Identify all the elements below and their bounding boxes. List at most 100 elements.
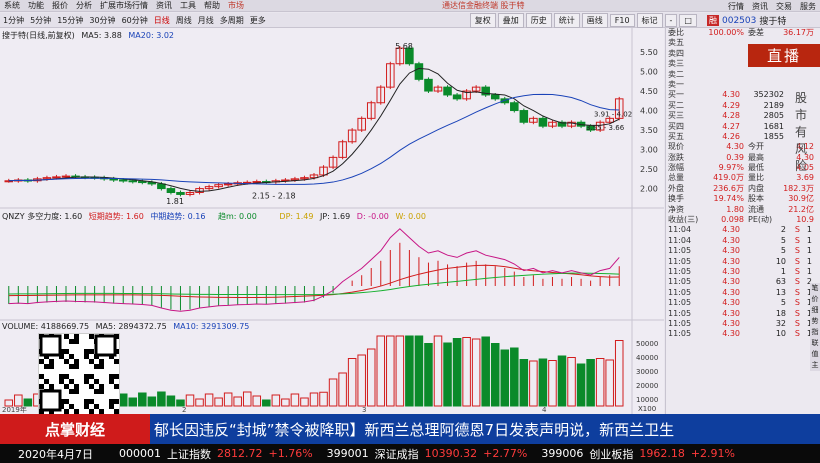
stat-label: 涨幅	[668, 163, 684, 173]
volume-bar	[443, 342, 452, 407]
period-8[interactable]: 多周期	[217, 15, 247, 26]
menu-bar: 系统 功能 报价 分析 扩展市场行情 资讯 工具 帮助 市场 通达信金融终端 股于特 行情 资讯 交易服…	[0, 0, 820, 12]
volume-bar	[500, 349, 510, 407]
stat-value: 236.6万	[713, 183, 744, 193]
side-tab-1[interactable]: 价	[810, 294, 820, 305]
period-9[interactable]: 更多	[247, 15, 269, 26]
menu-item-1[interactable]: 功能	[24, 0, 48, 11]
tool-button-7[interactable]: -	[664, 13, 678, 27]
volume-bar	[576, 363, 586, 407]
menu-item-8[interactable]: 市场	[224, 0, 248, 11]
tool-button-5[interactable]: F10	[609, 13, 635, 27]
vol-tick: 40000	[636, 354, 658, 362]
live-button[interactable]: 直播	[748, 44, 820, 67]
stat-value-2: 182.3万	[783, 183, 814, 193]
menu-right-item-3[interactable]: 服务	[796, 1, 820, 12]
ma5-label: MA5: 3.88	[81, 31, 122, 40]
bid-label: 买三	[668, 111, 684, 121]
stock-code: 002503	[722, 15, 757, 26]
tick-count: 1	[806, 235, 812, 245]
menu-item-4[interactable]: 扩展市场行情	[96, 0, 152, 11]
volume-bar	[319, 391, 328, 407]
menu-right-item-2[interactable]: 交易	[772, 1, 796, 12]
stat-label-2: 内盘	[748, 183, 764, 193]
tick-volume: 10	[775, 329, 786, 339]
stat-value: 4.30	[726, 142, 744, 152]
menu-item-2[interactable]: 报价	[48, 0, 72, 11]
menu-item-7[interactable]: 帮助	[200, 0, 224, 11]
tick-time: 11:05	[668, 329, 692, 339]
volume-bar	[529, 360, 538, 407]
tick-time: 11:05	[668, 246, 692, 256]
tick-volume: 5	[780, 246, 786, 256]
menu-item-3[interactable]: 分析	[72, 0, 96, 11]
period-7[interactable]: 月线	[195, 15, 217, 26]
volume-bar	[214, 397, 223, 407]
tick-volume: 13	[775, 287, 786, 297]
ticker-date: 2020年4月7日	[18, 447, 93, 461]
volume-bar	[23, 398, 33, 407]
bid-volume: 1855	[763, 131, 784, 141]
index-ticker: 2020年4月7日 000001 上证指数 2812.72 +1.76% 399001 深…	[0, 444, 820, 463]
side-tab-2[interactable]: 细	[810, 305, 820, 316]
ma20-label: MA20: 3.02	[128, 31, 175, 40]
volume-bar	[376, 335, 386, 407]
qnzy-d: D: -0.00	[356, 212, 389, 221]
stat-label: 换手	[668, 194, 684, 204]
side-tab-4[interactable]: 指	[810, 327, 820, 338]
side-tab-0[interactable]: 笔	[810, 283, 820, 294]
qnzy-mid: 中期趋势: 0.16	[150, 212, 206, 221]
menu-item-6[interactable]: 工具	[176, 0, 200, 11]
qnzy-dp: DP: 1.49	[279, 212, 314, 221]
period-5[interactable]: 日线	[151, 15, 173, 26]
quote-row: 11:054.3032S1	[666, 319, 820, 329]
qnzy-short: 短期趋势: 1.60	[88, 212, 144, 221]
qnzy-title: QNZY 多空力度: 1.60	[2, 212, 83, 221]
tick-price: 4.30	[722, 225, 740, 235]
menu-item-5[interactable]: 资讯	[152, 0, 176, 11]
menu-right-item-1[interactable]: 资讯	[748, 1, 772, 12]
stat-label: 涨跌	[668, 152, 684, 162]
side-tab-5[interactable]: 联	[810, 338, 820, 349]
menu-item-0[interactable]: 系统	[0, 0, 24, 11]
side-tab-3[interactable]: 势	[810, 316, 820, 327]
tool-button-1[interactable]: 叠加	[497, 12, 524, 28]
period-2[interactable]: 15分钟	[54, 15, 86, 26]
menu-right-item-0[interactable]: 行情	[724, 1, 748, 12]
side-tab-6[interactable]: 值	[810, 349, 820, 360]
bid-label: 买四	[668, 121, 684, 131]
index-change: +1.76%	[268, 447, 313, 460]
volume-bar	[471, 338, 481, 407]
stat-value-2: 3.69	[796, 173, 814, 183]
volume-bar	[242, 391, 252, 407]
period-1[interactable]: 5分钟	[27, 15, 54, 26]
tool-button-8[interactable]: □	[679, 13, 697, 27]
tool-button-3[interactable]: 统计	[553, 12, 580, 28]
stat-label-2: 流通	[748, 204, 764, 214]
period-0[interactable]: 1分钟	[0, 15, 27, 26]
volume-bar	[605, 359, 614, 407]
period-6[interactable]: 周线	[173, 15, 195, 26]
tool-button-2[interactable]: 历史	[525, 12, 552, 28]
side-tab-7[interactable]: 主	[810, 360, 820, 371]
tool-button-4[interactable]: 画线	[581, 12, 608, 28]
volume-bar	[433, 335, 443, 407]
vol-tick: 10000	[636, 396, 658, 404]
tick-count: 1	[806, 246, 812, 256]
quote-row: 11:05 4.30 63 S 2	[666, 277, 820, 287]
date-axis-label: 2019年	[2, 405, 27, 414]
period-3[interactable]: 30分钟	[86, 15, 118, 26]
index-code: 399001	[326, 447, 369, 460]
tick-count: 1	[806, 266, 812, 276]
tick-time: 11:04	[668, 235, 692, 245]
volume-bar	[595, 358, 605, 407]
tick-volume: 10	[775, 256, 786, 266]
bid-price: 4.26	[722, 131, 740, 141]
candle-body	[138, 181, 147, 184]
period-4[interactable]: 60分钟	[119, 15, 151, 26]
tick-volume: 18	[775, 308, 786, 318]
tool-button-6[interactable]: 标记	[636, 12, 663, 28]
tick-price: 4.30	[722, 308, 740, 318]
stat-label: 现价	[668, 142, 684, 152]
tool-button-0[interactable]: 复权	[469, 12, 496, 28]
